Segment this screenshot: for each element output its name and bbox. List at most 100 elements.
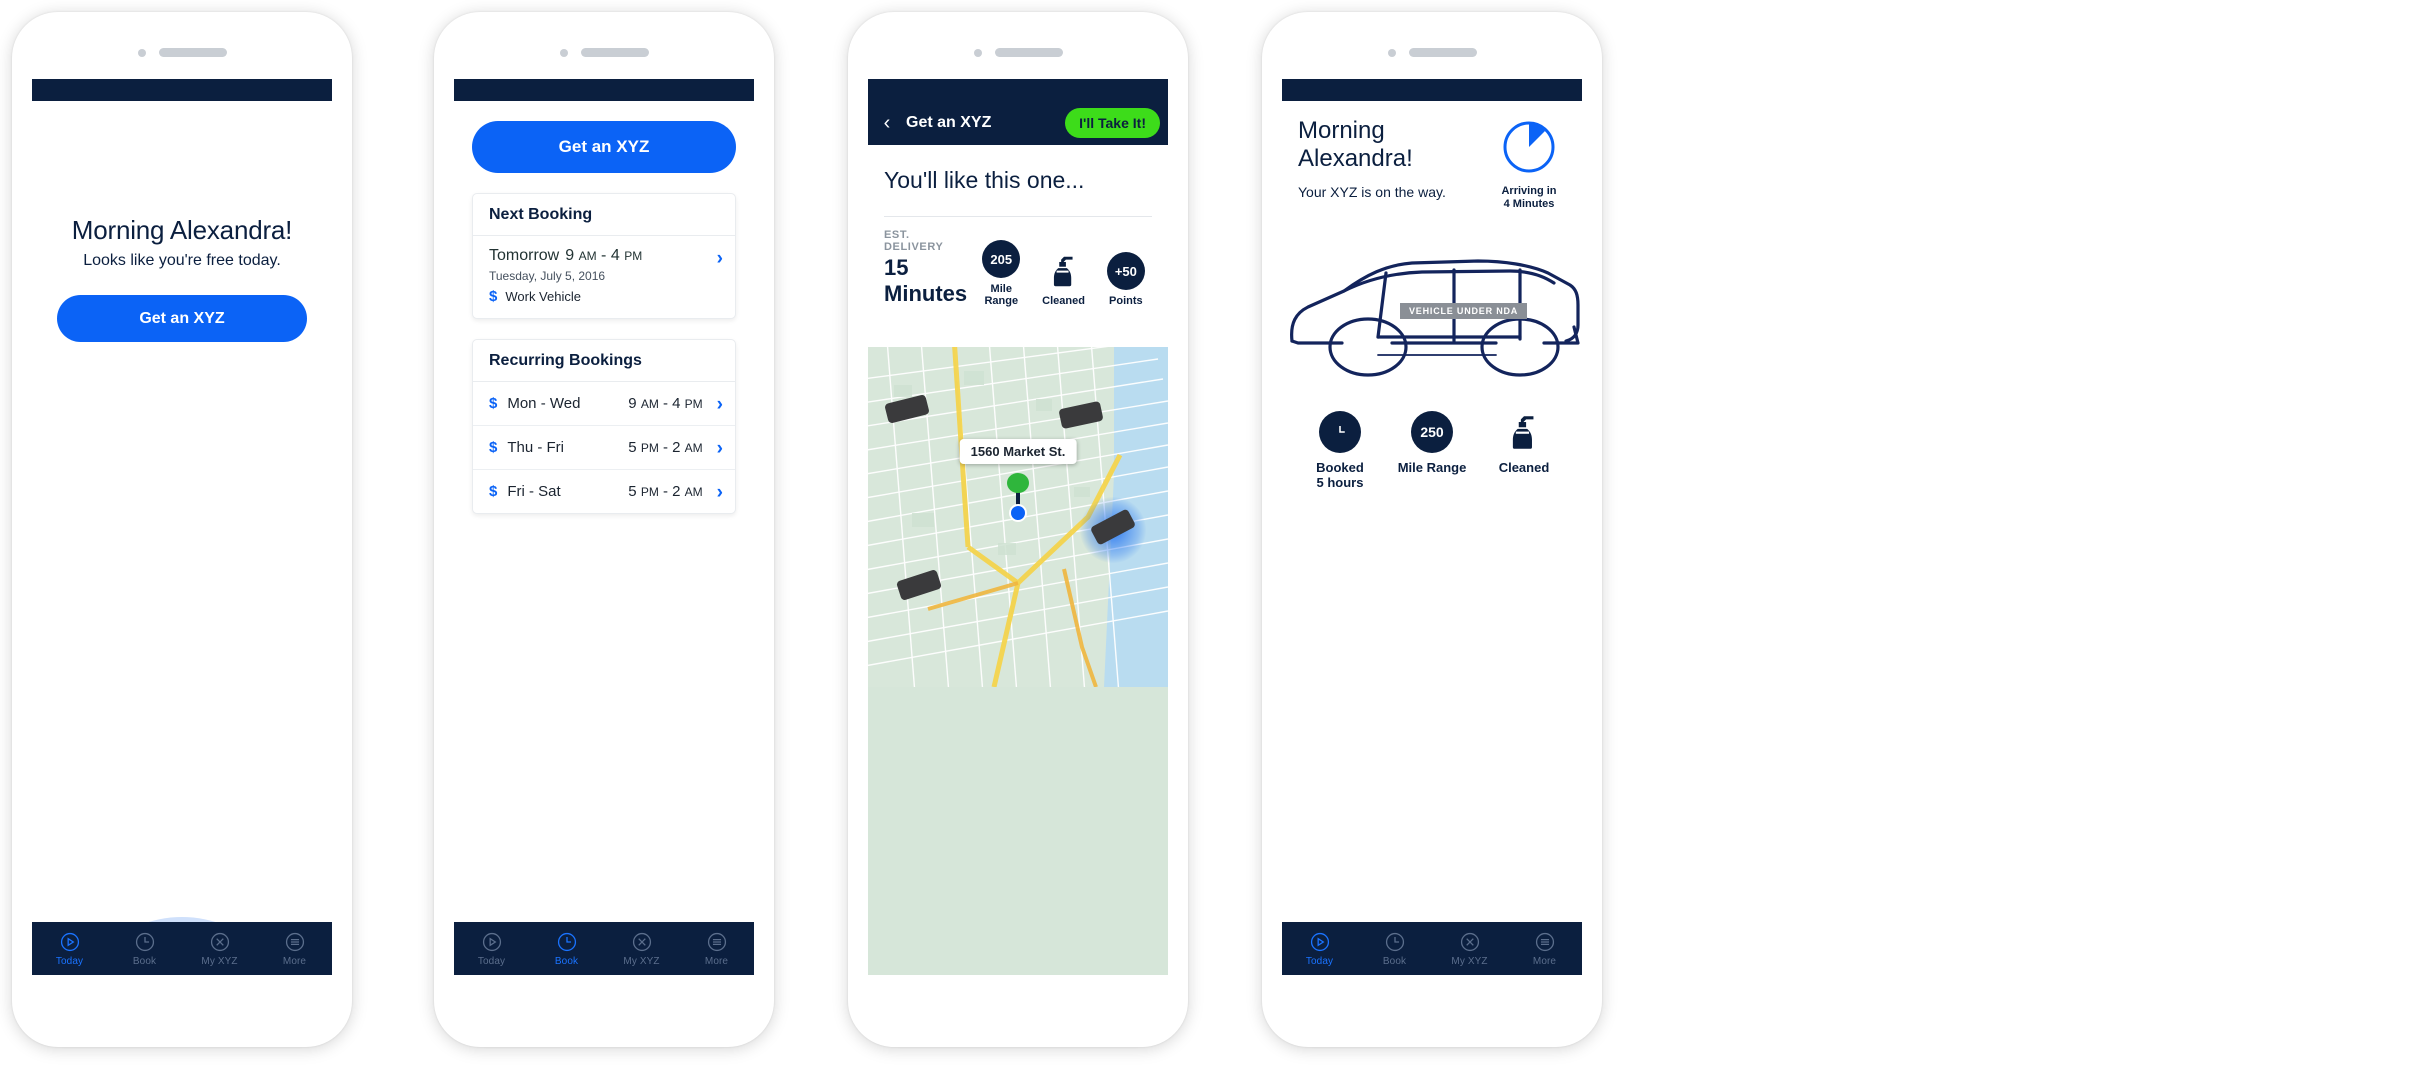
recurring-start-hour: 9 xyxy=(628,395,637,412)
earpiece-speaker xyxy=(580,48,649,57)
points-badge: +50 xyxy=(1106,252,1145,290)
stat-cleaned: Cleaned xyxy=(1478,411,1570,490)
recurring-row[interactable]: $ Mon - Wed 9 AM - 4 PM › xyxy=(473,382,735,426)
chevron-right-icon[interactable]: › xyxy=(717,393,723,414)
nav-item-today[interactable]: Today xyxy=(1282,922,1357,975)
vehicle-illustration-wrap: VEHICLE UNDER NDA xyxy=(1282,233,1582,393)
recurring-start-meridiem: PM xyxy=(640,485,659,499)
recurring-start-meridiem: AM xyxy=(640,397,659,411)
chevron-left-icon[interactable]: ‹ xyxy=(878,113,896,133)
offer-app-bar: ‹ Get an XYZ I'll Take It! xyxy=(868,101,1168,145)
recurring-days: Thu - Fri xyxy=(507,439,565,456)
nav-item-more[interactable]: More xyxy=(679,922,754,975)
stat-caption-line1: Cleaned xyxy=(1498,460,1550,475)
nav-item-book[interactable]: Book xyxy=(107,922,182,975)
nav-item-my-xyz[interactable]: My XYZ xyxy=(604,922,679,975)
nav-label-more: More xyxy=(1532,955,1557,967)
clock-icon xyxy=(1339,426,1345,433)
next-booking-vehicle: Work Vehicle xyxy=(505,289,581,304)
badge-caption: Cleaned xyxy=(1042,295,1085,307)
stat-caption-line1: Booked xyxy=(1316,460,1364,475)
dollar-icon: $ xyxy=(489,395,498,412)
pickup-address-callout: 1560 Market St. xyxy=(959,439,1077,464)
bottom-nav: Today Book My XYZ More xyxy=(1282,922,1582,975)
next-booking-end-hour: 4 xyxy=(610,247,620,264)
eta-label: EST. DELIVERY xyxy=(884,229,944,253)
spray-bottle-icon xyxy=(1053,256,1073,287)
recurring-end-meridiem: PM xyxy=(684,397,703,411)
offer-meta-row: EST. DELIVERY 15 Minutes 205 Mile Range … xyxy=(868,217,1168,307)
stat-caption-line2: 5 hours xyxy=(1316,475,1364,490)
nav-label-my-xyz: My XYZ xyxy=(623,955,660,967)
screen-arriving: Morning Alexandra! Your XYZ is on the wa… xyxy=(1282,79,1582,975)
nda-watermark: VEHICLE UNDER NDA xyxy=(1400,303,1528,319)
recurring-row[interactable]: $ Thu - Fri 5 PM - 2 AM › xyxy=(473,426,735,470)
nav-label-book: Book xyxy=(1382,955,1407,967)
range-badge: 205 xyxy=(982,240,1021,278)
greeting-block: Morning Alexandra! Your XYZ is on the wa… xyxy=(1298,117,1484,211)
arriving-header: Morning Alexandra! Your XYZ is on the wa… xyxy=(1282,101,1582,211)
chevron-right-icon[interactable]: › xyxy=(717,481,723,502)
recurring-row[interactable]: $ Fri - Sat 5 PM - 2 AM › xyxy=(473,470,735,513)
clock-circle-icon xyxy=(134,931,156,953)
nav-label-today: Today xyxy=(55,955,84,967)
accept-offer-button[interactable]: I'll Take It! xyxy=(1065,108,1160,138)
nav-label-today: Today xyxy=(477,955,506,967)
delivery-map[interactable]: 1560 Market St. xyxy=(868,347,1168,975)
next-booking-row[interactable]: Tomorrow 9 AM - 4 PM Tuesday, July 5, 201… xyxy=(473,236,735,318)
front-camera-icon xyxy=(137,48,146,57)
recurring-days: Mon - Wed xyxy=(507,395,581,412)
nav-item-my-xyz[interactable]: My XYZ xyxy=(182,922,257,975)
recurring-time: 5 PM - 2 AM xyxy=(628,483,703,500)
next-booking-start-meridiem: AM xyxy=(578,249,597,263)
x-circle-icon xyxy=(209,931,231,953)
recurring-bookings-card: Recurring Bookings $ Mon - Wed 9 AM - 4 … xyxy=(472,339,736,514)
clock-circle-icon xyxy=(1384,931,1406,953)
nav-item-today[interactable]: Today xyxy=(454,922,529,975)
x-circle-icon xyxy=(1459,931,1481,953)
app-bar-title: Get an XYZ xyxy=(906,114,992,131)
get-an-xyz-button[interactable]: Get an XYZ xyxy=(57,295,307,342)
nav-item-book[interactable]: Book xyxy=(1357,922,1432,975)
badge-cleaned: Cleaned xyxy=(1035,252,1091,307)
nav-item-more[interactable]: More xyxy=(1507,922,1582,975)
dollar-icon: $ xyxy=(489,288,498,305)
menu-circle-icon xyxy=(284,931,306,953)
today-body: Morning Alexandra! Looks like you're fre… xyxy=(32,215,332,975)
cta-wrap: Get an XYZ xyxy=(454,101,754,173)
bottom-nav: Today Book My XYZ More xyxy=(454,922,754,975)
nav-item-more[interactable]: More xyxy=(257,922,332,975)
arriving-indicator: Arriving in 4 Minutes xyxy=(1492,117,1566,211)
chevron-right-icon[interactable]: › xyxy=(717,437,723,458)
nav-item-book[interactable]: Book xyxy=(529,922,604,975)
status-bar xyxy=(868,79,1168,101)
status-bar xyxy=(454,79,754,101)
map-pin-icon[interactable] xyxy=(1007,473,1029,493)
next-booking-day: Tomorrow xyxy=(489,247,560,264)
next-booking-end-meridiem: PM xyxy=(624,249,643,263)
status-bar xyxy=(1282,79,1582,101)
screen-offer: ‹ Get an XYZ I'll Take It! You'll like t… xyxy=(868,79,1168,975)
phone-mockup-arriving: Morning Alexandra! Your XYZ is on the wa… xyxy=(1262,12,1602,1047)
next-booking-start-hour: 9 xyxy=(565,247,575,264)
phone-speaker-group xyxy=(434,48,774,57)
get-an-xyz-button[interactable]: Get an XYZ xyxy=(472,121,736,173)
screenshot-stage: Morning Alexandra! Looks like you're fre… xyxy=(0,0,2422,1080)
phone-mockup-book: Get an XYZ Next Booking Tomorrow 9 AM - 4… xyxy=(434,12,774,1047)
next-booking-title: Next Booking xyxy=(473,194,735,236)
earpiece-speaker xyxy=(158,48,227,57)
nav-item-today[interactable]: Today xyxy=(32,922,107,975)
eta-value: 15 Minutes xyxy=(884,255,968,306)
status-bar xyxy=(32,79,332,101)
dollar-icon: $ xyxy=(489,483,498,500)
earpiece-speaker xyxy=(1408,48,1477,57)
arriving-caption-line1: Arriving in xyxy=(1501,185,1557,197)
next-booking-dash: - xyxy=(601,247,607,264)
stat-mile-range: 250 Mile Range xyxy=(1386,411,1478,490)
book-body: Get an XYZ Next Booking Tomorrow 9 AM - 4… xyxy=(454,101,754,975)
clock-circle-icon xyxy=(556,931,578,953)
chevron-right-icon[interactable]: › xyxy=(717,247,723,268)
front-camera-icon xyxy=(973,48,982,57)
badge-mile-range: 205 Mile Range xyxy=(973,240,1029,307)
nav-item-my-xyz[interactable]: My XYZ xyxy=(1432,922,1507,975)
